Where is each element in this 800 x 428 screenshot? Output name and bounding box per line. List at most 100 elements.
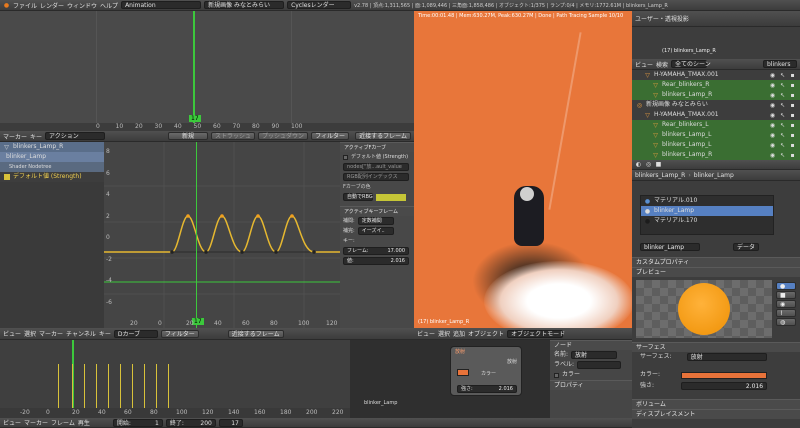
render-camera-icon[interactable]: ▪ [789, 102, 796, 109]
pb-playback-menu[interactable]: 再生 [78, 418, 90, 427]
node-color-swatch[interactable] [457, 369, 469, 376]
ds-select-menu[interactable]: 選択 [24, 329, 36, 338]
visibility-eye-icon[interactable]: ◉ [769, 72, 776, 79]
visibility-eye-icon[interactable]: ◉ [769, 122, 776, 129]
filter-button[interactable]: フィルター [311, 132, 349, 140]
workspace-select[interactable]: Animation [121, 1, 202, 9]
keyframe-line[interactable] [72, 364, 73, 408]
checkbox-icon[interactable] [554, 372, 559, 378]
node-editor[interactable]: 放射 放射 カラー 強さ: 2.016 blinker_Lamp [350, 340, 550, 418]
render-camera-icon[interactable]: ▪ [789, 72, 796, 79]
vp-select-menu[interactable]: 選択 [438, 329, 450, 338]
rgb-index-field[interactable]: RGB配列インデックス [343, 173, 409, 181]
key-value-field[interactable]: 値: 2.016 [343, 257, 409, 265]
selectable-cursor-icon[interactable]: ↖ [779, 82, 786, 89]
keyframe-line[interactable] [120, 364, 121, 408]
checkbox-icon[interactable] [343, 154, 348, 160]
nearest-frame-button[interactable]: 近接するフレーム [355, 132, 411, 140]
render-camera-icon[interactable]: ▪ [789, 152, 796, 159]
surface-header[interactable]: サーフェス [632, 342, 800, 352]
render-camera-icon[interactable]: ▪ [789, 142, 796, 149]
keyframe-point[interactable] [256, 214, 260, 218]
ds-nearest-button[interactable]: 近接するフレーム [227, 329, 284, 338]
keyframe-point[interactable] [312, 250, 316, 254]
blender-icon[interactable]: ● [3, 2, 10, 9]
timeline-graph-top[interactable]: 17 [0, 11, 414, 123]
active-fcurve-header[interactable]: アクティブFカーブ [340, 142, 414, 152]
dopesheet-area[interactable]: -20 0 20 40 60 80 100 120 140 160 180 200 220 [0, 340, 350, 418]
object-mode-select[interactable]: オブジェクトモード [507, 329, 565, 338]
keyframe-line[interactable] [96, 364, 97, 408]
active-keyframe-header[interactable]: アクティブキーフレーム [340, 206, 414, 216]
strength-field[interactable]: 2.016 [681, 382, 768, 390]
channel-item[interactable]: Shader Nodetree [0, 162, 104, 172]
outliner-row[interactable]: ▽ blinkers_Lamp_R ◉ ↖ ▪ [632, 90, 800, 100]
outliner-row[interactable]: ▽ blinkers_Lamp_R ◉ ↖ ▪ [632, 150, 800, 160]
visibility-eye-icon[interactable]: ◉ [769, 132, 776, 139]
outliner-row[interactable]: ▽ H-YAMAHA_TMAX.001 ◉ ↖ ▪ [632, 70, 800, 80]
easing-select[interactable]: イーズイ.. [357, 227, 394, 235]
visibility-eye-icon[interactable]: ◉ [769, 112, 776, 119]
ds-key-menu[interactable]: キー [99, 329, 111, 338]
volume-header[interactable]: ボリューム [632, 399, 800, 409]
ds-marker-menu[interactable]: マーカー [39, 329, 63, 338]
menu-file[interactable]: ファイル [13, 1, 37, 10]
selectable-cursor-icon[interactable]: ↖ [779, 122, 786, 129]
material-name-field[interactable]: blinker_Lamp [640, 243, 700, 251]
ds-filter-button[interactable]: フィルター [160, 329, 199, 338]
vp-view-menu[interactable]: ビュー [417, 329, 435, 338]
keyframe-point[interactable] [186, 214, 190, 218]
outliner-row[interactable]: ◎ 新規画像 みなとみらい ◉ ↖ ▪ [632, 100, 800, 110]
render-engine-select[interactable]: Cyclesレンダー [287, 1, 352, 9]
visibility-eye-icon[interactable]: ◉ [769, 102, 776, 109]
outliner-row[interactable]: ▽ blinkers_Lamp_L ◉ ↖ ▪ [632, 130, 800, 140]
interpolation-select[interactable]: 定数補間 [357, 217, 394, 225]
render-camera-icon[interactable]: ▪ [789, 92, 796, 99]
world-tab-icon[interactable]: ◎ [645, 161, 652, 168]
outliner-row[interactable]: ▽ blinkers_Lamp_L ◉ ↖ ▪ [632, 140, 800, 150]
keyframe-line[interactable] [168, 364, 169, 408]
outliner-row[interactable]: ▽ H-YAMAHA_TMAX.001 ◉ ↖ ▪ [632, 110, 800, 120]
vp-add-menu[interactable]: 追加 [453, 329, 465, 338]
fcurve-graph[interactable]: 17 8 6 4 2 0 -2 -4 -6 20 0 20 40 60 80 100 120 [104, 142, 340, 328]
outliner-view-menu[interactable]: ビュー [635, 60, 653, 69]
keyframe-point[interactable] [290, 214, 294, 218]
scene-filter-select[interactable]: 全てのシーン [671, 60, 711, 68]
vp-object-menu[interactable]: オブジェクト [468, 329, 504, 338]
outliner-row[interactable]: ▽ Rear_blinkers_L ◉ ↖ ▪ [632, 120, 800, 130]
keyframe-point[interactable] [220, 214, 224, 218]
preview-world-button[interactable]: ◍ [776, 318, 796, 326]
emission-node[interactable]: 放射 放射 カラー 強さ: 2.016 [450, 346, 522, 396]
ds-channel-menu[interactable]: チャンネル [66, 329, 96, 338]
selectable-cursor-icon[interactable]: ↖ [779, 92, 786, 99]
preview-monkey-button[interactable]: ◉ [776, 300, 796, 308]
timeline-ruler[interactable]: 0 10 20 30 40 50 60 70 80 90 100 [0, 123, 414, 131]
preview-sphere-button[interactable]: ● [776, 282, 796, 290]
keyframe-point[interactable] [274, 250, 278, 254]
visibility-eye-icon[interactable]: ◉ [769, 82, 776, 89]
selectable-cursor-icon[interactable]: ↖ [779, 112, 786, 119]
channel-item[interactable]: デフォルト値 (Strength) [0, 172, 104, 182]
render-camera-icon[interactable]: ▪ [789, 132, 796, 139]
render-camera-icon[interactable]: ▪ [789, 122, 796, 129]
preview-hair-button[interactable]: ⌇ [776, 309, 796, 317]
displacement-header[interactable]: ディスプレイスメント [632, 409, 800, 419]
keyframe-line[interactable] [132, 364, 133, 408]
keyframe-line[interactable] [156, 364, 157, 408]
keyframe-line[interactable] [58, 364, 59, 408]
node-strength-field[interactable]: 強さ: 2.016 [457, 385, 517, 393]
current-frame-field[interactable]: 17 [218, 418, 243, 427]
stash-button[interactable]: ストラッシュ [211, 132, 256, 140]
node-label-field[interactable] [577, 361, 622, 369]
preview-cube-button[interactable]: ■ [776, 291, 796, 299]
selectable-cursor-icon[interactable]: ↖ [779, 142, 786, 149]
fcurve-color-box[interactable] [376, 193, 406, 201]
playhead-line[interactable] [193, 11, 195, 123]
rna-path-field[interactable]: nodes["放...ault_value [343, 163, 409, 171]
playhead-line[interactable] [196, 142, 197, 328]
pb-frame-menu[interactable]: フレーム [51, 418, 75, 427]
material-slot[interactable]: ● マテリアル.010 [641, 196, 773, 206]
selectable-cursor-icon[interactable]: ↖ [779, 72, 786, 79]
action-select[interactable]: アクション [45, 132, 106, 140]
start-frame-field[interactable]: 開始: 1 [112, 418, 163, 427]
